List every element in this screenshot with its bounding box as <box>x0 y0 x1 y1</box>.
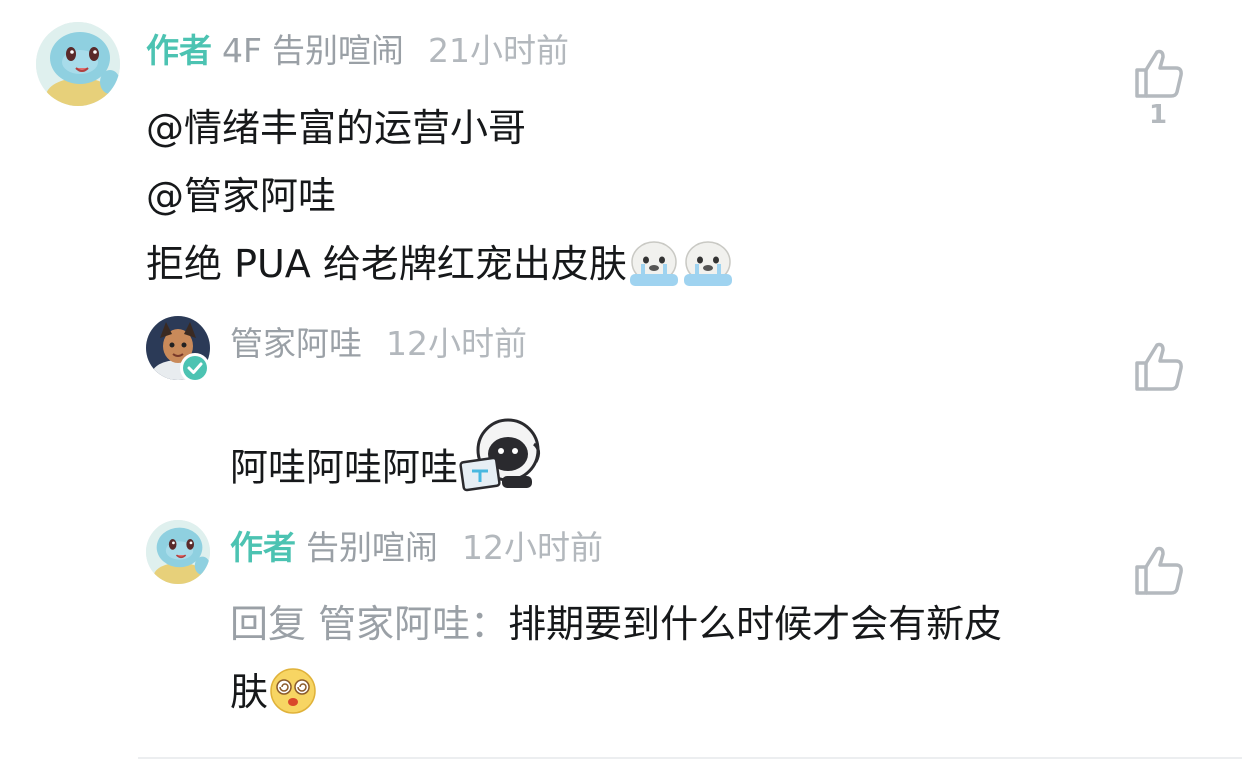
like-button[interactable] <box>1128 341 1188 393</box>
dizzy-face-emoji <box>268 666 318 716</box>
comment-meta: 作者 4F 告别喧闹 21小时前 <box>146 31 569 71</box>
like-count: 1 <box>1148 100 1168 130</box>
reply-text: 排期要到什么时候才会有新皮 <box>508 602 1003 646</box>
thumbs-up-icon <box>1135 49 1183 98</box>
thumbs-up-icon <box>1135 546 1183 595</box>
squirtle-avatar-image <box>36 22 120 106</box>
squirtle-avatar-image <box>146 520 210 584</box>
mention-line[interactable]: @管家阿哇 <box>146 162 735 230</box>
like-button[interactable] <box>1128 545 1188 597</box>
username[interactable]: 管家阿哇 <box>230 324 362 363</box>
robot-laptop-sticker <box>458 416 546 496</box>
floor-number: 4F <box>222 31 262 70</box>
divider <box>138 757 1242 759</box>
username[interactable]: 告别喧闹 <box>272 31 404 70</box>
like-button[interactable]: 1 <box>1128 48 1188 130</box>
reply-prefix[interactable]: 回复 管家阿哇： <box>230 602 508 646</box>
author-tag: 作者 <box>230 528 296 567</box>
crying-seal-emoji <box>681 238 735 288</box>
comment-text: 拒绝 PUA 给老牌红宠出皮肤 <box>146 242 627 286</box>
reply-body: 阿哇阿哇阿哇 <box>230 418 546 510</box>
avatar[interactable] <box>36 22 120 106</box>
comment-body: @情绪丰富的运营小哥 @管家阿哇 拒绝 PUA 给老牌红宠出皮肤 <box>146 94 735 298</box>
timestamp: 12小时前 <box>386 324 527 363</box>
check-badge-icon <box>180 353 210 383</box>
avatar[interactable] <box>146 520 210 584</box>
username[interactable]: 告别喧闹 <box>306 528 438 567</box>
mention-line[interactable]: @情绪丰富的运营小哥 <box>146 94 735 162</box>
comment-thread: 作者 4F 告别喧闹 21小时前 @情绪丰富的运营小哥 @管家阿哇 拒绝 PUA 给老… <box>0 0 1242 777</box>
reply-body: 回复 管家阿哇：排期要到什么时候才会有新皮 肤 <box>230 590 1002 726</box>
crying-seal-emoji <box>627 238 681 288</box>
reply-meta: 作者 告别喧闹 12小时前 <box>230 528 603 568</box>
reply-text-line: 肤 <box>230 658 1002 726</box>
reply-text: 阿哇阿哇阿哇 <box>230 445 459 490</box>
reply-meta: 管家阿哇 12小时前 <box>230 324 527 364</box>
thumbs-up-icon <box>1135 342 1183 391</box>
author-tag: 作者 <box>146 31 212 70</box>
timestamp: 21小时前 <box>427 31 569 70</box>
reply-text: 肤 <box>230 670 269 714</box>
reply-text-line: 回复 管家阿哇：排期要到什么时候才会有新皮 <box>230 590 1002 658</box>
comment-text-line: 拒绝 PUA 给老牌红宠出皮肤 <box>146 230 735 298</box>
timestamp: 12小时前 <box>462 528 603 567</box>
